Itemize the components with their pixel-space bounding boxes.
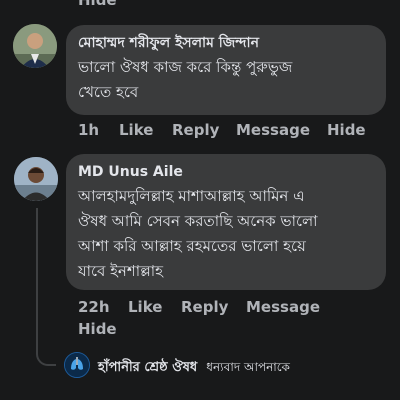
comment-text-line: খেতে হবে <box>78 83 139 101</box>
person-photo-icon <box>14 157 58 201</box>
person-photo-icon <box>13 24 57 68</box>
comment-author[interactable]: মোহাম্মদ শরীফুল ইসলাম জিন্দান <box>78 33 374 53</box>
hide-button-previous[interactable]: Hide <box>78 0 117 9</box>
lungs-logo-icon <box>65 353 89 377</box>
reply-preview[interactable]: হাঁপানীর শ্রেষ্ঠ ঔষধ ধন্যবাদ আপনাকে <box>98 356 290 379</box>
like-button[interactable]: Like <box>119 121 153 139</box>
hide-button[interactable]: Hide <box>327 121 366 139</box>
comment-text-line: আশা করি আল্লাহ রহমতের ভালো হয়ে <box>78 237 306 255</box>
like-button[interactable]: Like <box>128 298 162 316</box>
reply-thread-line <box>36 208 56 366</box>
comment-text-line: যাবে ইনশাল্লাহ <box>78 262 164 280</box>
comment-bubble: MD Unus Aile আলহামদুলিল্লাহ মাশাআল্লাহ আ… <box>66 154 386 290</box>
message-button[interactable]: Message <box>246 298 320 316</box>
comment-text: আলহামদুলিল্লাহ মাশাআল্লাহ আমিন এ ঔষধ আমি… <box>78 184 374 284</box>
page-avatar[interactable] <box>64 352 90 378</box>
comment-author[interactable]: MD Unus Aile <box>78 162 374 182</box>
reply-button[interactable]: Reply <box>172 121 219 139</box>
avatar[interactable] <box>14 157 58 201</box>
comment-time[interactable]: 1h <box>78 121 99 139</box>
comment-text: ভালো ঔষধ কাজ করে কিন্তু পুরুভুজ খেতে হবে <box>78 55 374 105</box>
avatar[interactable] <box>13 24 57 68</box>
reply-text: ধন্যবাদ আপনাকে <box>206 360 290 374</box>
reply-button[interactable]: Reply <box>181 298 228 316</box>
comment-text-line: আলহামদুলিল্লাহ মাশাআল্লাহ আমিন এ <box>78 187 305 205</box>
reply-author[interactable]: হাঁপানীর শ্রেষ্ঠ ঔষধ <box>98 360 197 375</box>
comment-text-line: ঔষধ আমি সেবন করতাছি অনেক ভালো <box>78 212 318 230</box>
comment-bubble: মোহাম্মদ শরীফুল ইসলাম জিন্দান ভালো ঔষধ ক… <box>66 25 386 115</box>
comment-time[interactable]: 22h <box>78 298 110 316</box>
hide-button[interactable]: Hide <box>78 320 117 338</box>
message-button[interactable]: Message <box>236 121 310 139</box>
comment-text-line: ভালো ঔষধ কাজ করে কিন্তু পুরুভুজ <box>78 58 293 76</box>
